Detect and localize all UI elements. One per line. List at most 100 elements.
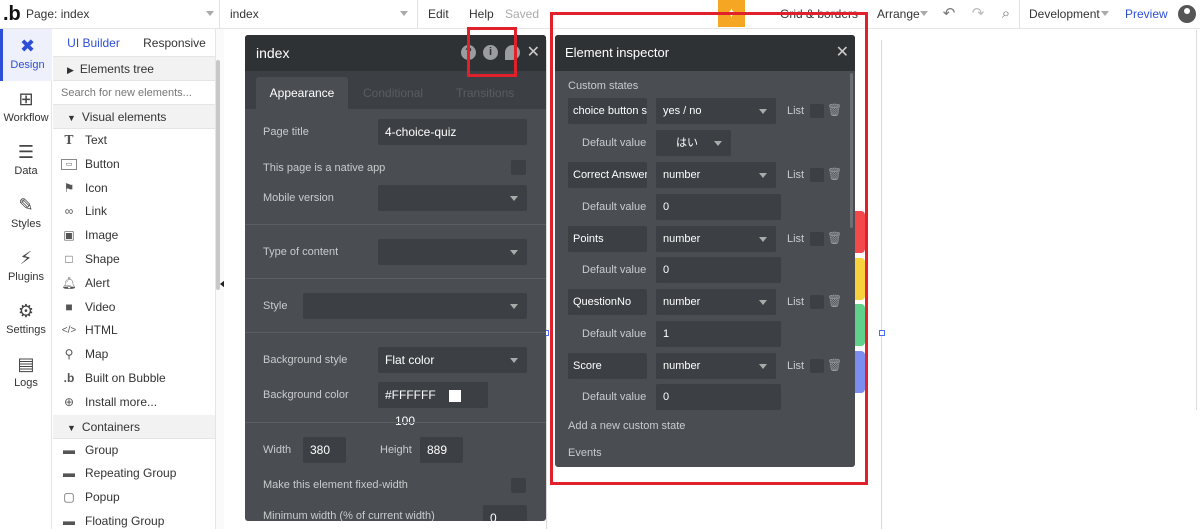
menu-help[interactable]: Help xyxy=(469,7,494,21)
palette-scrollbar[interactable] xyxy=(216,60,220,290)
palette-item-image[interactable]: ▣ Image xyxy=(53,224,215,248)
settings-icon: ⚙ xyxy=(17,301,35,321)
height-input[interactable]: 889 xyxy=(420,437,463,463)
min-width-input[interactable]: 0 xyxy=(483,505,527,521)
flag-icon: ⚑ xyxy=(63,180,75,195)
palette-item-link[interactable]: ∞ Link xyxy=(53,200,215,224)
width-input[interactable]: 380 xyxy=(303,437,346,463)
color-swatch[interactable] xyxy=(449,389,461,402)
nav-logs[interactable]: ▤ Logs xyxy=(0,347,52,399)
background-color-label: Background color xyxy=(263,389,349,401)
nav-design[interactable]: ✖ Design xyxy=(0,29,52,81)
nav-workflow[interactable]: ⊞ Workflow xyxy=(0,82,52,134)
preview-button[interactable]: Preview xyxy=(1125,7,1168,21)
bell-icon: 🔔︎ xyxy=(61,275,77,290)
palette-item-label: Video xyxy=(85,299,116,314)
tab-appearance[interactable]: Appearance xyxy=(256,77,348,109)
background-style-select[interactable]: Flat color xyxy=(378,347,527,373)
palette-item-install-more[interactable]: ⊕ Install more... xyxy=(53,391,215,415)
expand-arrow-icon: ▶ xyxy=(67,65,74,75)
palette-item-label: Link xyxy=(85,204,108,219)
page-name-chevron-icon[interactable] xyxy=(400,11,408,16)
page-selector-chevron-icon[interactable] xyxy=(206,11,214,16)
page-name-field[interactable]: index xyxy=(230,7,259,21)
nav-label: Data xyxy=(14,165,38,177)
page-title-input[interactable]: 4-choice-quiz xyxy=(378,119,527,145)
property-editor: index ? i ✕ Appearance Conditional Trans… xyxy=(245,35,546,521)
palette-item-text[interactable]: T Text xyxy=(53,129,215,153)
background-opacity[interactable]: 100 xyxy=(395,414,415,428)
fixed-width-checkbox[interactable] xyxy=(511,478,526,493)
page-title-label: Page title xyxy=(263,126,309,138)
palette-item-built-on-bubble[interactable]: .b Built on Bubble xyxy=(53,367,215,391)
left-navigation: ✖ Design ⊞ Workflow ☰ Data ✎ Styles ⚡ Pl… xyxy=(0,29,52,529)
palette-item-video[interactable]: ■ Video xyxy=(53,296,215,320)
user-icon[interactable] xyxy=(1178,5,1196,23)
element-palette: UI Builder Responsive ▶ Elements tree Sea… xyxy=(53,29,216,529)
search-icon[interactable]: ⌕ xyxy=(997,5,1015,23)
type-of-content-label: Type of content xyxy=(263,246,339,258)
resize-handle-right[interactable] xyxy=(879,330,885,336)
folder-icon: ▬ xyxy=(63,466,75,481)
palette-item-map[interactable]: ⚲ Map xyxy=(53,343,215,367)
palette-item-group[interactable]: ▬ Group xyxy=(53,439,215,463)
menu-edit[interactable]: Edit xyxy=(428,7,449,21)
width-label: Width xyxy=(263,444,292,456)
element-search-input[interactable]: Search for new elements... xyxy=(53,81,215,105)
palette-item-button[interactable]: ▭ Button xyxy=(53,153,215,177)
nav-label: Settings xyxy=(6,324,46,336)
style-select[interactable] xyxy=(303,293,527,319)
tab-transitions[interactable]: Transitions xyxy=(456,77,514,109)
nav-plugins[interactable]: ⚡ Plugins xyxy=(0,241,52,293)
close-icon[interactable]: ✕ xyxy=(527,35,540,71)
palette-item-html[interactable]: </> HTML xyxy=(53,319,215,343)
elements-tree-label: Elements tree xyxy=(79,62,154,76)
palette-item-floating-group[interactable]: ▬ Floating Group xyxy=(53,510,215,529)
bubble-logo-icon: .b xyxy=(63,370,75,385)
shape-icon: □ xyxy=(65,251,73,266)
palette-item-icon[interactable]: ⚑ Icon xyxy=(53,177,215,201)
palette-item-label: Button xyxy=(85,156,120,171)
tab-conditional[interactable]: Conditional xyxy=(363,77,423,109)
palette-tabs: UI Builder Responsive xyxy=(53,29,215,57)
nav-label: Logs xyxy=(14,377,38,389)
background-color-picker[interactable]: #FFFFFF 100 xyxy=(378,382,488,428)
containers-header[interactable]: ▼ Containers xyxy=(53,414,215,439)
palette-item-label: Icon xyxy=(85,180,108,195)
page-selector[interactable]: Page: index xyxy=(26,7,89,21)
palette-item-label: Repeating Group xyxy=(85,466,177,481)
nav-styles[interactable]: ✎ Styles xyxy=(0,188,52,240)
palette-item-alert[interactable]: 🔔︎ Alert xyxy=(53,272,215,296)
palette-item-label: HTML xyxy=(85,323,118,338)
environment-selector[interactable]: Development xyxy=(1029,7,1100,21)
undo-icon[interactable]: ↶ xyxy=(940,5,958,23)
nav-label: Workflow xyxy=(3,112,49,124)
nav-settings[interactable]: ⚙ Settings xyxy=(0,294,52,346)
redo-icon[interactable]: ↷ xyxy=(969,5,987,23)
visual-elements-label: Visual elements xyxy=(81,110,167,124)
background-color-value: #FFFFFF xyxy=(385,388,436,402)
palette-item-label: Map xyxy=(85,347,109,362)
arrange-menu[interactable]: Arrange xyxy=(877,7,920,21)
collapse-arrow-icon: ▼ xyxy=(67,422,76,433)
visual-elements-header[interactable]: ▼ Visual elements xyxy=(53,105,215,129)
mobile-version-select[interactable] xyxy=(378,185,527,211)
palette-item-popup[interactable]: ▢ Popup xyxy=(53,486,215,510)
workflow-icon: ⊞ xyxy=(18,89,34,109)
divider xyxy=(245,224,546,225)
type-of-content-select[interactable] xyxy=(378,239,527,265)
nav-label: Styles xyxy=(11,218,41,230)
saved-status: Saved xyxy=(505,7,540,21)
native-app-checkbox[interactable] xyxy=(511,160,526,175)
tab-ui-builder[interactable]: UI Builder xyxy=(53,29,134,56)
palette-item-repeating-group[interactable]: ▬ Repeating Group xyxy=(53,462,215,486)
bubble-logo[interactable]: .b xyxy=(3,3,21,26)
elements-tree-header[interactable]: ▶ Elements tree xyxy=(53,57,215,81)
divider xyxy=(219,0,220,29)
nav-data[interactable]: ☰ Data xyxy=(0,135,52,187)
environment-chevron-icon[interactable] xyxy=(1101,11,1109,16)
tab-responsive[interactable]: Responsive xyxy=(134,29,215,56)
palette-item-shape[interactable]: □ Shape xyxy=(53,248,215,272)
divider xyxy=(417,0,418,29)
arrange-chevron-icon[interactable] xyxy=(920,11,928,16)
